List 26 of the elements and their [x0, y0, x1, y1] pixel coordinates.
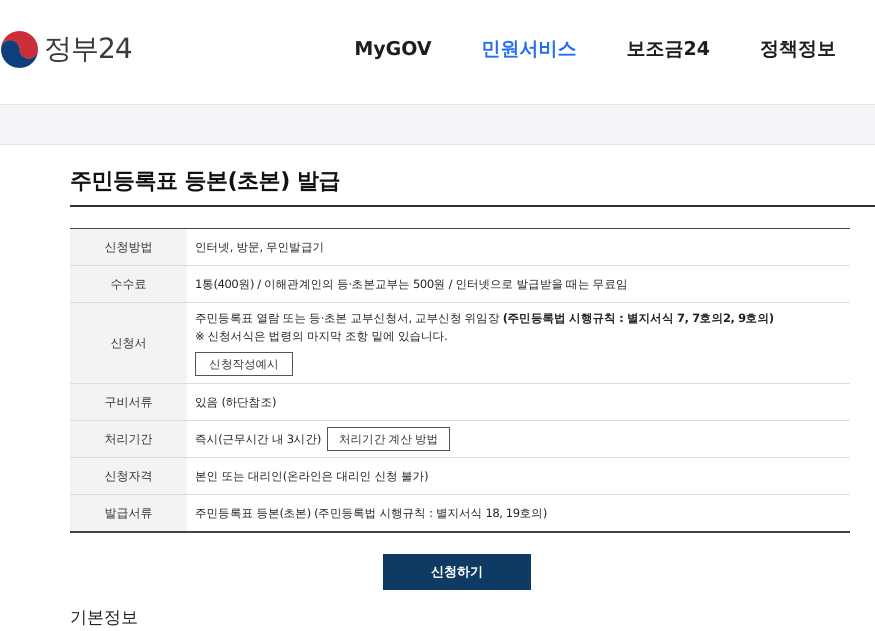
form-example-button[interactable]: 신청작성예시: [195, 352, 293, 376]
row-label-cell: 구비서류: [70, 384, 187, 420]
processing-time-button[interactable]: 처리기간 계산 방법: [327, 427, 450, 451]
row-label-cell: 처리기간: [70, 421, 187, 457]
logo-emblem-icon[interactable]: [0, 30, 39, 68]
row-label-cell: 신청방법: [70, 229, 187, 265]
nav-tab[interactable]: 민원서비스: [482, 36, 577, 62]
nav-tab[interactable]: MyGOV: [354, 36, 432, 62]
info-text: 인터넷, 방문, 무인발급기: [195, 239, 324, 255]
info-text: 있음 (하단참조): [195, 394, 276, 410]
row-label-cell: 신청서: [70, 303, 187, 383]
nav-tab[interactable]: 정책정보: [760, 36, 836, 62]
info-text: ※ 신청서식은 법령의 마지막 조항 밑에 있습니다.: [195, 328, 448, 344]
row-label-cell: 신청자격: [70, 458, 187, 494]
info-text: 주민등록표 등본(초본) (주민등록법 시행규칙 : 별지서식 18, 19호의): [195, 505, 547, 521]
info-text: 주민등록표 열람 또는 등·초본 교부신청서, 교부신청 위임장 (주민등록법 시행규칙 : 별지서식 7, 7호의2, 9호의): [195, 310, 774, 326]
info-text: 즉시(근무시간 내 3시간): [195, 431, 322, 447]
info-text: 본인 또는 대리인(온라인은 대리인 신청 불가): [195, 468, 428, 484]
page-title: 주민등록표 등본(초본) 발급: [70, 169, 340, 195]
site-logo-text[interactable]: 정부24: [44, 33, 132, 65]
row-label-cell: 수수료: [70, 266, 187, 302]
row-label-cell: 발급서류: [70, 495, 187, 531]
section-heading: 기본정보: [70, 608, 138, 628]
apply-button[interactable]: 신청하기: [383, 554, 531, 590]
info-text: 1통(400원) / 이해관계인의 등·초본교부는 500원 / 인터넷으로 발급받을 때는 무료임: [195, 276, 628, 292]
nav-tab[interactable]: 보조금24: [626, 36, 710, 62]
